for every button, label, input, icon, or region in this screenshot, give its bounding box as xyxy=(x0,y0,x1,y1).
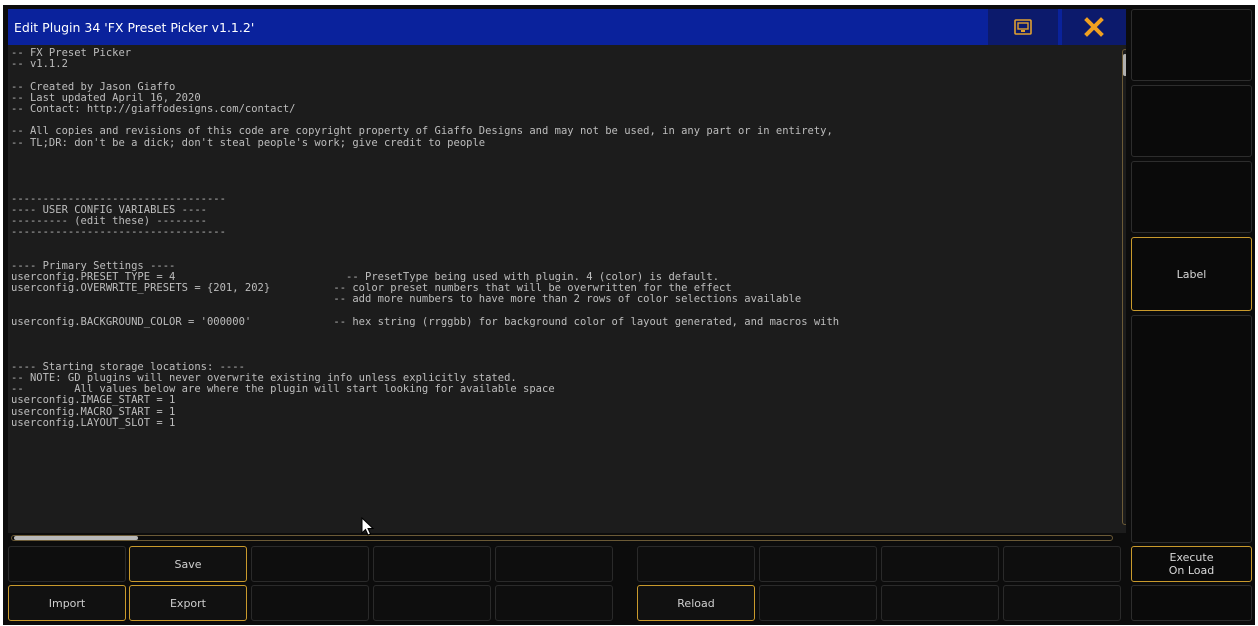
side-button-1[interactable] xyxy=(1131,9,1252,81)
close-button[interactable] xyxy=(1062,9,1126,45)
code-line[interactable]: -- v1.1.2 xyxy=(11,58,1115,70)
code-line[interactable]: -- add more numbers to have more than 2 … xyxy=(11,294,1115,305)
side-panel-empty xyxy=(1131,315,1252,543)
plugin-editor-window: Edit Plugin 34 'FX Preset Picker v1.1.2'… xyxy=(3,5,1255,625)
code-line[interactable]: -- All values below are where the plugin… xyxy=(11,383,1115,395)
code-line[interactable] xyxy=(11,238,1115,249)
toolbar-slot-17[interactable] xyxy=(881,585,999,621)
reload-button[interactable]: Reload xyxy=(637,585,755,621)
code-editor[interactable]: -- FX Preset Picker -- v1.1.2 -- Created … xyxy=(8,45,1126,533)
code-line[interactable]: userconfig.IMAGE_START = 1 xyxy=(11,395,1115,406)
toolbar-slot-16[interactable] xyxy=(759,585,877,621)
execute-on-load-text: Execute On Load xyxy=(1168,551,1215,577)
import-button[interactable]: Import xyxy=(8,585,126,621)
code-line[interactable] xyxy=(11,149,1115,160)
toolbar-slot-14[interactable] xyxy=(495,585,613,621)
side-button-bottom[interactable] xyxy=(1131,585,1252,621)
toolbar-slot-6[interactable] xyxy=(637,546,755,582)
close-x-icon xyxy=(1084,17,1104,37)
code-line[interactable]: -- Contact: http://giaffodesigns.com/con… xyxy=(11,103,1115,115)
code-line[interactable]: ---------------------------------- xyxy=(11,227,1115,238)
code-line[interactable] xyxy=(11,250,1115,261)
toolbar-slot-7[interactable] xyxy=(759,546,877,582)
toolbar-slot-1[interactable] xyxy=(8,546,126,582)
code-line[interactable] xyxy=(11,328,1115,339)
code-line[interactable] xyxy=(11,160,1115,171)
save-label: Save xyxy=(174,557,202,571)
import-label: Import xyxy=(48,596,86,610)
reload-label: Reload xyxy=(677,596,715,610)
save-button[interactable]: Save xyxy=(129,546,247,582)
code-line[interactable] xyxy=(11,339,1115,350)
horizontal-scrollbar[interactable] xyxy=(11,535,1113,541)
toolbar-slot-18[interactable] xyxy=(1003,585,1121,621)
code-line[interactable]: -- FX Preset Picker xyxy=(11,48,1115,59)
toolbar-slot-5[interactable] xyxy=(495,546,613,582)
label-button-text: Label xyxy=(1176,267,1207,281)
toolbar-slot-4[interactable] xyxy=(373,546,491,582)
code-line[interactable]: userconfig.LAYOUT_SLOT = 1 xyxy=(11,417,1115,429)
export-button[interactable]: Export xyxy=(129,585,247,621)
title-bar: Edit Plugin 34 'FX Preset Picker v1.1.2' xyxy=(8,9,1126,45)
horizontal-scroll-thumb[interactable] xyxy=(14,536,138,540)
keyboard-icon xyxy=(1014,19,1032,35)
side-button-3[interactable] xyxy=(1131,161,1252,233)
vertical-scrollbar[interactable] xyxy=(1122,49,1126,525)
toolbar-slot-8[interactable] xyxy=(881,546,999,582)
code-line[interactable]: -- TL;DR: don't be a dick; don't steal p… xyxy=(11,137,1115,149)
mouse-pointer-icon xyxy=(361,517,375,536)
code-line[interactable] xyxy=(11,70,1115,81)
keyboard-button[interactable] xyxy=(988,9,1058,45)
side-button-2[interactable] xyxy=(1131,85,1252,157)
code-line[interactable]: -- All copies and revisions of this code… xyxy=(11,126,1115,137)
export-label: Export xyxy=(169,596,206,610)
code-line[interactable]: userconfig.BACKGROUND_COLOR = '000000' -… xyxy=(11,316,1115,328)
code-line[interactable] xyxy=(11,182,1115,193)
code-line[interactable] xyxy=(11,350,1115,361)
toolbar-slot-12[interactable] xyxy=(251,585,369,621)
label-button[interactable]: Label xyxy=(1131,237,1252,311)
window-title: Edit Plugin 34 'FX Preset Picker v1.1.2' xyxy=(14,19,255,35)
toolbar-slot-3[interactable] xyxy=(251,546,369,582)
toolbar-slot-9[interactable] xyxy=(1003,546,1121,582)
code-line[interactable] xyxy=(11,171,1115,182)
code-text[interactable]: -- FX Preset Picker -- v1.1.2 -- Created … xyxy=(11,48,1115,429)
code-line[interactable]: userconfig.MACRO_START = 1 xyxy=(11,406,1115,418)
execute-on-load-button[interactable]: Execute On Load xyxy=(1131,546,1252,582)
toolbar-slot-13[interactable] xyxy=(373,585,491,621)
vertical-scroll-thumb[interactable] xyxy=(1123,54,1126,76)
